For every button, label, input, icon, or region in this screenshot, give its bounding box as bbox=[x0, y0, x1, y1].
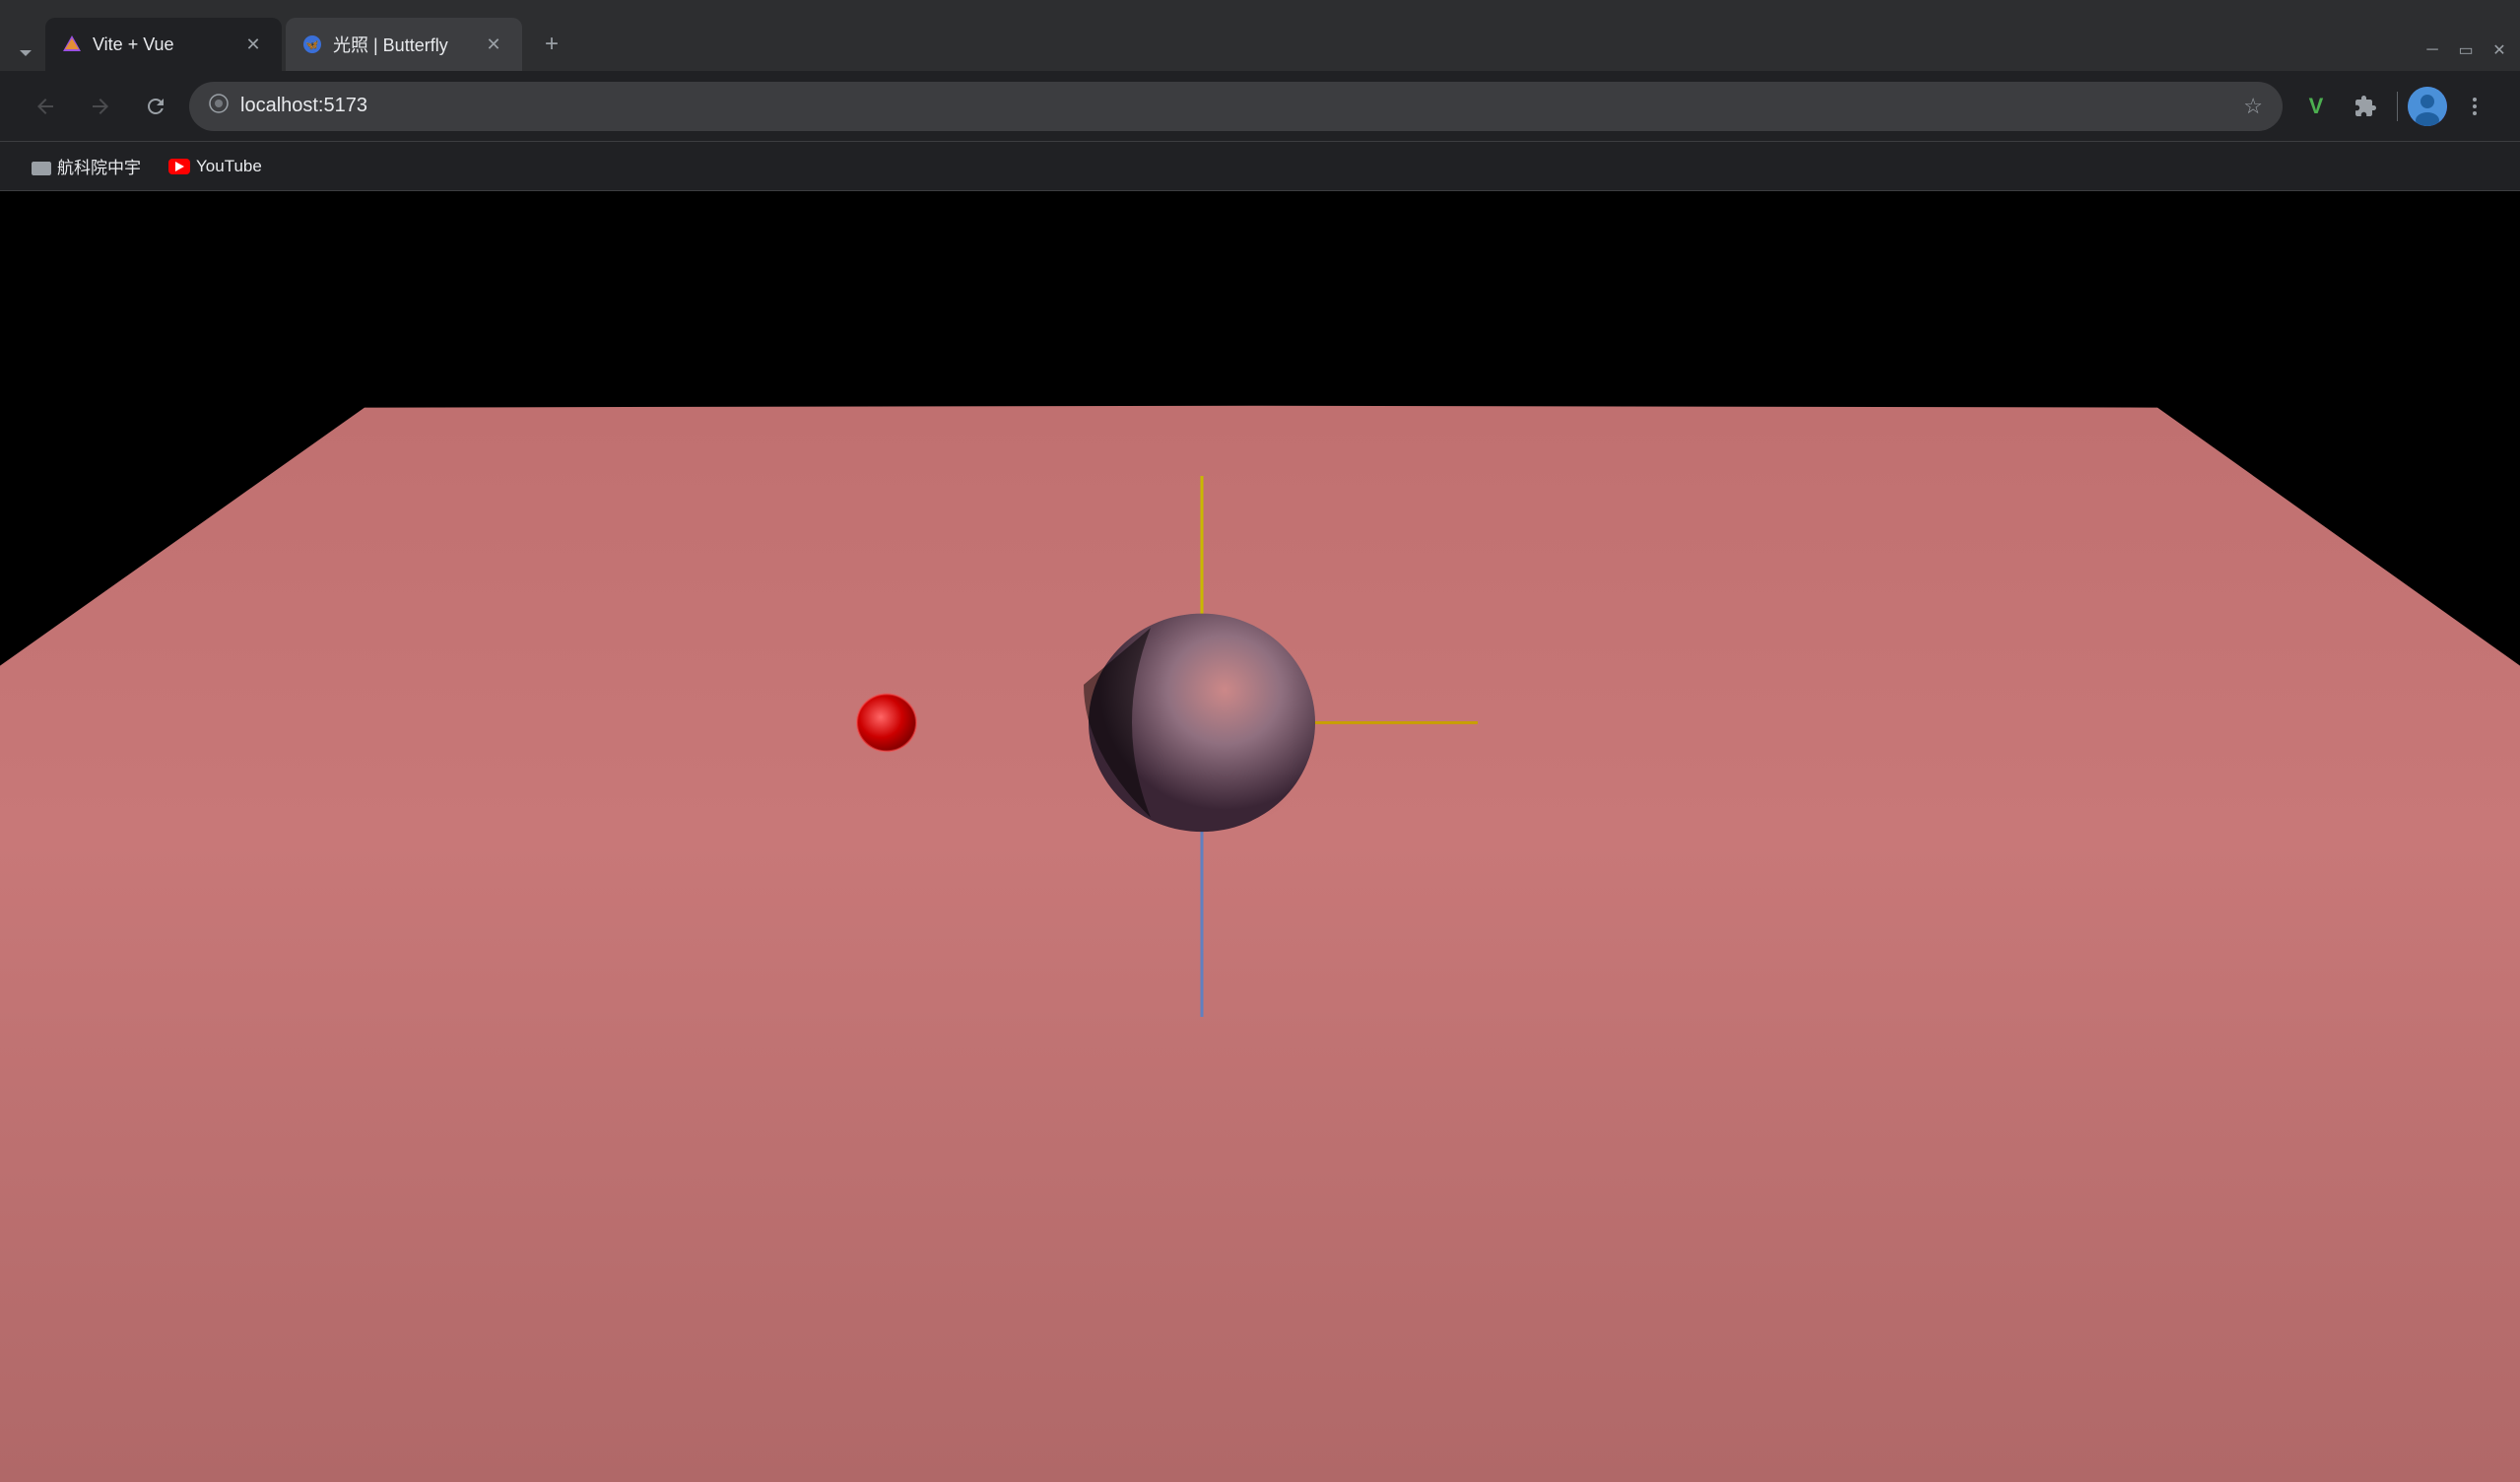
browser-window: Vite + Vue ✕ 🦋 光照 | Butterfly ✕ + ─ ▭ bbox=[0, 0, 2520, 1482]
tab-vite-vue[interactable]: Vite + Vue ✕ bbox=[45, 18, 282, 71]
svg-text:🦋: 🦋 bbox=[305, 39, 319, 51]
back-button[interactable] bbox=[24, 85, 67, 128]
bookmark-youtube-label: YouTube bbox=[196, 157, 262, 176]
bookmark-folder-item[interactable]: 航科院中宇 bbox=[20, 148, 153, 184]
refresh-button[interactable] bbox=[134, 85, 177, 128]
scene-svg bbox=[0, 191, 2520, 1482]
window-controls: ─ ▭ ✕ bbox=[2420, 37, 2512, 71]
tab-list: Vite + Vue ✕ 🦋 光照 | Butterfly ✕ + bbox=[45, 18, 2418, 71]
toolbar-right: V bbox=[2294, 85, 2496, 128]
svg-text:V: V bbox=[2309, 94, 2324, 118]
folder-icon bbox=[32, 158, 51, 175]
bookmark-folder-label: 航科院中宇 bbox=[57, 154, 141, 178]
vite-favicon bbox=[61, 34, 83, 55]
bookmark-youtube-item[interactable]: YouTube bbox=[157, 151, 274, 182]
forward-button[interactable] bbox=[79, 85, 122, 128]
address-bar-row: localhost:5173 ☆ V bbox=[0, 71, 2520, 142]
url-text: localhost:5173 bbox=[240, 95, 2231, 117]
new-tab-button[interactable]: + bbox=[530, 23, 573, 66]
bookmark-star-icon[interactable]: ☆ bbox=[2243, 94, 2263, 119]
minimize-button[interactable]: ─ bbox=[2420, 37, 2445, 63]
vivaldi-extension-button[interactable]: V bbox=[2294, 85, 2338, 128]
tab-butterfly-close[interactable]: ✕ bbox=[481, 32, 506, 57]
webpage-content[interactable] bbox=[0, 191, 2520, 1482]
close-button[interactable]: ✕ bbox=[2487, 37, 2512, 63]
tab-vite-vue-title: Vite + Vue bbox=[93, 34, 231, 55]
address-bar[interactable]: localhost:5173 ☆ bbox=[189, 82, 2283, 131]
extensions-button[interactable] bbox=[2344, 85, 2387, 128]
tab-butterfly-title: 光照 | Butterfly bbox=[333, 32, 471, 57]
toolbar-divider bbox=[2397, 92, 2398, 121]
youtube-play-icon bbox=[175, 162, 184, 171]
bookmarks-bar: 航科院中宇 YouTube bbox=[0, 142, 2520, 191]
tab-bar: Vite + Vue ✕ 🦋 光照 | Butterfly ✕ + ─ ▭ bbox=[0, 0, 2520, 71]
maximize-button[interactable]: ▭ bbox=[2453, 37, 2479, 63]
security-icon bbox=[209, 94, 229, 119]
profile-avatar[interactable] bbox=[2408, 87, 2447, 126]
tab-butterfly[interactable]: 🦋 光照 | Butterfly ✕ bbox=[286, 18, 522, 71]
scene-canvas bbox=[0, 191, 2520, 1482]
butterfly-favicon: 🦋 bbox=[301, 34, 323, 55]
tab-vite-vue-close[interactable]: ✕ bbox=[240, 32, 266, 57]
chrome-menu-button[interactable] bbox=[2453, 85, 2496, 128]
tab-dropdown-button[interactable] bbox=[8, 35, 43, 71]
youtube-icon bbox=[168, 159, 190, 174]
